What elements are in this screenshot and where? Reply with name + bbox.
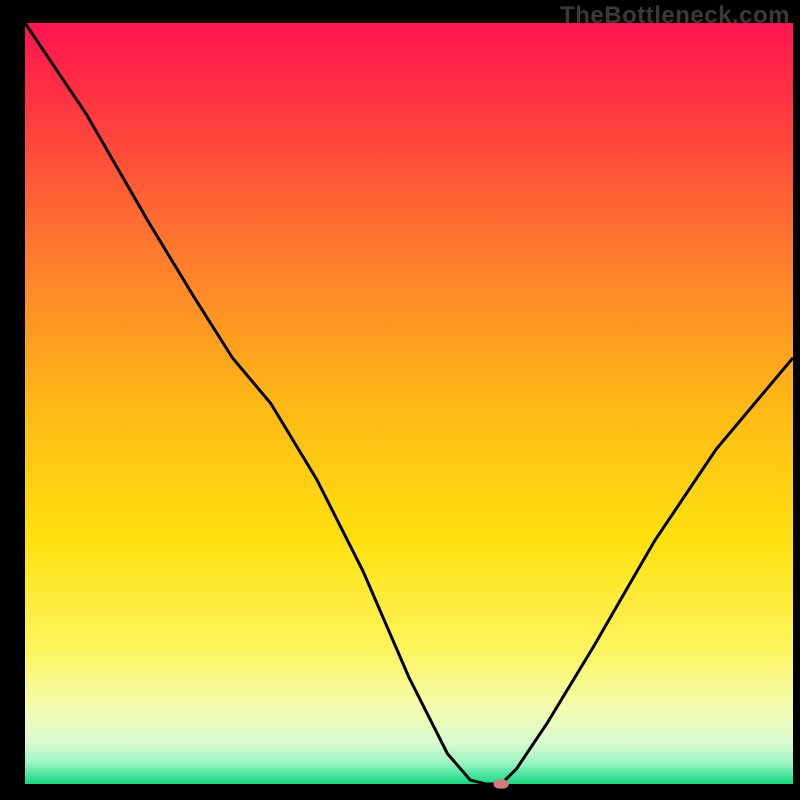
current-config-marker bbox=[493, 779, 508, 788]
watermark-text: TheBottleneck.com bbox=[560, 2, 790, 30]
bottleneck-chart: TheBottleneck.com bbox=[0, 0, 800, 800]
plot-background bbox=[25, 23, 793, 784]
chart-svg bbox=[0, 0, 800, 800]
